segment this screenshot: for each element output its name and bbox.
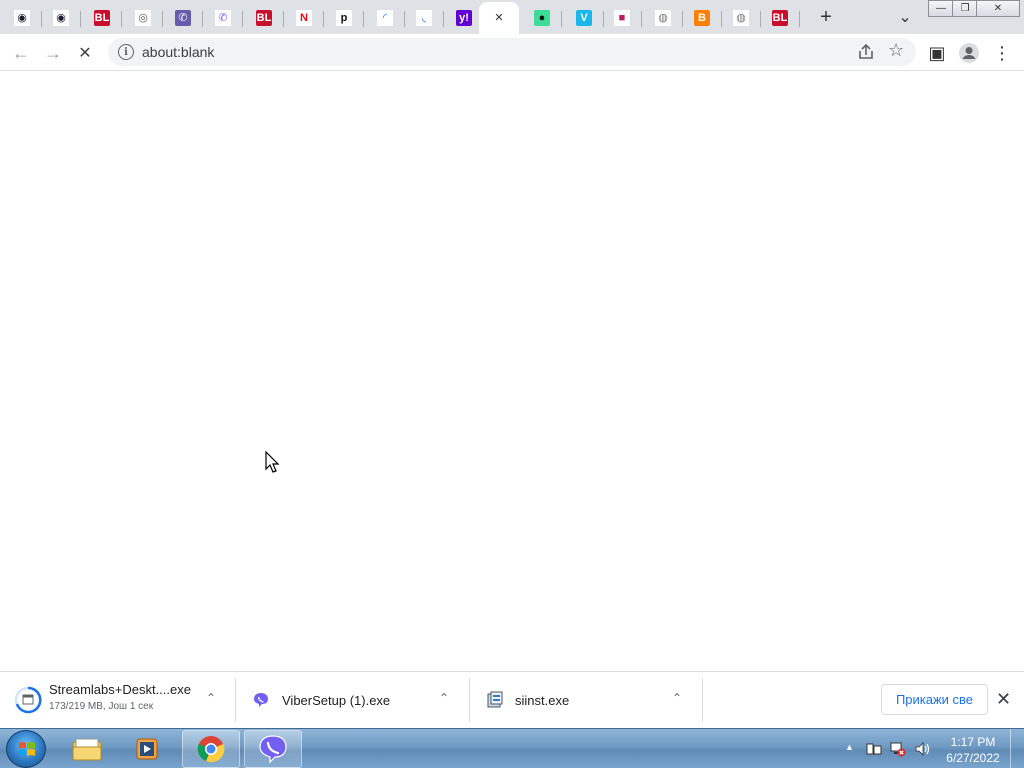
- windows-taskbar: ▲ 1:17 PM 6/27/2022: [0, 728, 1024, 768]
- taskbar-chrome[interactable]: [182, 730, 240, 768]
- new-tab-button[interactable]: +: [813, 4, 839, 30]
- taskbar-viber[interactable]: [244, 730, 302, 768]
- mouse-cursor-icon: [265, 451, 280, 473]
- show-hidden-icons-button[interactable]: ▲: [845, 742, 854, 752]
- windows-logo-icon: [19, 742, 35, 756]
- browser-tab[interactable]: ✕: [479, 2, 519, 34]
- setup-icon: [487, 691, 503, 708]
- yahoo-icon: y!: [456, 10, 472, 26]
- action-center-icon[interactable]: [866, 741, 882, 757]
- network-disconnected-icon[interactable]: [890, 741, 906, 757]
- loading-icon: ◟: [416, 10, 432, 26]
- minimize-button[interactable]: —: [928, 0, 954, 17]
- browser-tab[interactable]: B: [682, 4, 722, 32]
- browser-toolbar: ← → ✕ i about:blank ☆ ▣ ⋮: [0, 34, 1024, 71]
- menu-button[interactable]: ⋮: [989, 40, 1015, 66]
- back-button[interactable]: ←: [8, 40, 34, 66]
- show-desktop-button[interactable]: [1010, 729, 1024, 768]
- viber-icon: [259, 735, 287, 764]
- blic-icon: BL: [772, 10, 788, 26]
- browser-tab[interactable]: BL: [760, 4, 800, 32]
- browser-tab[interactable]: ◉: [41, 4, 81, 32]
- browser-tab[interactable]: p: [324, 4, 364, 32]
- taskbar-media-player[interactable]: [118, 730, 176, 768]
- magenta-icon: ■: [614, 10, 630, 26]
- download-shelf: Streamlabs+Deskt....exe 173/219 MB, Још …: [0, 671, 1024, 728]
- stop-loading-button[interactable]: ✕: [72, 40, 98, 66]
- vimeo-icon: V: [576, 10, 592, 26]
- profile-button[interactable]: [956, 40, 982, 66]
- netflix-icon: N: [296, 10, 312, 26]
- close-icon[interactable]: ✕: [491, 10, 507, 26]
- clock-time: 1:17 PM: [950, 735, 996, 749]
- browser-tab[interactable]: ◎: [123, 4, 163, 32]
- installer-progress-icon: [14, 686, 42, 714]
- blogger-icon: B: [694, 10, 710, 26]
- globe-icon: ◍: [733, 10, 749, 26]
- profile-icon: [959, 43, 979, 63]
- close-shelf-button[interactable]: ✕: [996, 689, 1011, 710]
- explorer-icon: [72, 738, 102, 761]
- browser-tab[interactable]: y!: [444, 4, 484, 32]
- browser-tab[interactable]: ◍: [643, 4, 683, 32]
- download-status: 173/219 MB, Још 1 сек: [49, 701, 154, 712]
- close-window-button[interactable]: ✕: [976, 0, 1020, 17]
- browser-tab[interactable]: ◟: [404, 4, 444, 32]
- browser-tab[interactable]: ◉: [2, 4, 42, 32]
- url-text[interactable]: about:blank: [142, 44, 214, 60]
- chrome-icon: ◎: [135, 10, 151, 26]
- download-item-siinst[interactable]: siinst.exe ⌃: [470, 678, 703, 722]
- blic-icon: BL: [256, 10, 272, 26]
- site-info-icon[interactable]: i: [118, 44, 134, 60]
- download-filename: Streamlabs+Deskt....exe: [49, 682, 191, 697]
- browser-tab[interactable]: ■: [602, 4, 642, 32]
- download-filename: ViberSetup (1).exe: [282, 693, 391, 708]
- browser-tab[interactable]: ◜: [365, 4, 405, 32]
- volume-icon[interactable]: [914, 741, 930, 757]
- bookmark-star-icon[interactable]: ☆: [888, 40, 904, 61]
- browser-tab[interactable]: BL: [244, 4, 284, 32]
- globe-icon: ◍: [655, 10, 671, 26]
- side-panel-button[interactable]: ▣: [924, 40, 950, 66]
- start-button[interactable]: [6, 730, 46, 768]
- chrome-icon: [197, 736, 225, 763]
- viber-icon: [254, 693, 268, 707]
- show-all-downloads-button[interactable]: Прикажи све: [881, 684, 988, 715]
- browser-tab[interactable]: N: [284, 4, 324, 32]
- tab-strip: ◉ ◉ BL ◎ ✆ ✆ BL Np ◜ ◟ y! ✕ ● V ■ ◍ B ◍ BL + ⌄ — ❐ ✕: [0, 0, 1024, 34]
- browser-tab[interactable]: BL: [82, 4, 122, 32]
- clock-date: 6/27/2022: [946, 751, 1000, 765]
- browser-tab[interactable]: ●: [522, 4, 562, 32]
- media-player-icon: [136, 738, 158, 760]
- browser-tab[interactable]: ◍: [721, 4, 761, 32]
- tab-search-button[interactable]: ⌄: [892, 4, 918, 30]
- chevron-up-icon[interactable]: ⌃: [439, 691, 449, 705]
- qobuz-icon: ◉: [14, 10, 30, 26]
- restore-button[interactable]: ❐: [952, 0, 978, 17]
- download-item-viber[interactable]: ViberSetup (1).exe ⌃: [236, 678, 470, 722]
- page-content: [0, 71, 1024, 671]
- browser-tab[interactable]: ✆: [203, 4, 243, 32]
- download-filename: siinst.exe: [515, 693, 570, 708]
- taskbar-explorer[interactable]: [58, 730, 116, 768]
- browser-tab[interactable]: ✆: [163, 4, 203, 32]
- system-clock[interactable]: 1:17 PM 6/27/2022: [940, 734, 1006, 766]
- p-icon: p: [336, 10, 352, 26]
- chevron-up-icon[interactable]: ⌃: [206, 691, 216, 705]
- address-bar[interactable]: i about:blank ☆: [108, 38, 916, 66]
- download-item-streamlabs[interactable]: Streamlabs+Deskt....exe 173/219 MB, Још …: [0, 678, 236, 722]
- loading-icon: ◜: [377, 10, 393, 26]
- blic-icon: BL: [94, 10, 110, 26]
- viber-icon: ✆: [175, 10, 191, 26]
- qobuz-icon: ◉: [53, 10, 69, 26]
- forward-button[interactable]: →: [40, 40, 66, 66]
- chevron-up-icon[interactable]: ⌃: [672, 691, 682, 705]
- app-icon: ●: [534, 10, 550, 26]
- share-icon[interactable]: [856, 42, 876, 62]
- browser-tab[interactable]: V: [564, 4, 604, 32]
- viber-outline-icon: ✆: [215, 10, 231, 26]
